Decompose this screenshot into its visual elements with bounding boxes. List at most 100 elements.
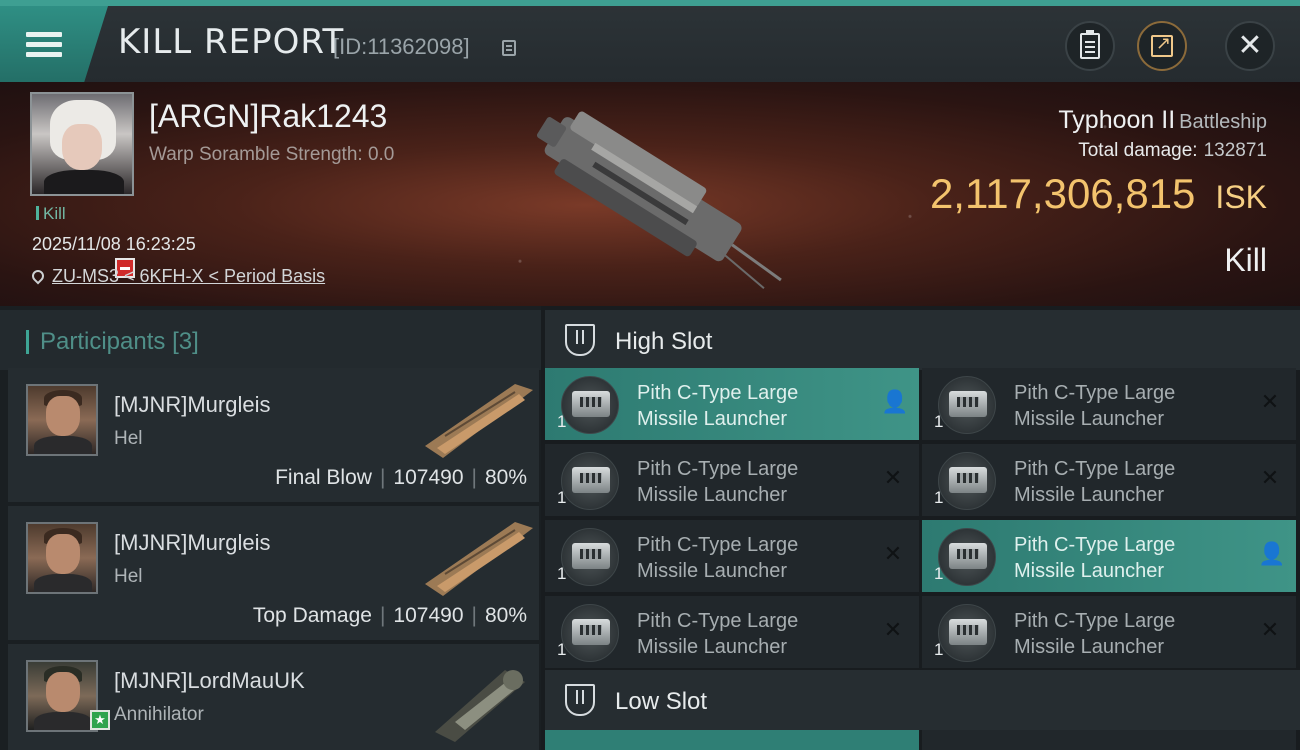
close-icon: ✕ — [1237, 29, 1263, 62]
x-icon: ✕ — [883, 541, 903, 566]
high-slot-header: High Slot — [545, 310, 1300, 370]
menu-button[interactable] — [0, 6, 108, 82]
person-icon: 👤 — [881, 389, 909, 414]
participant-card[interactable]: ★ [MJNR]LordMauUK Annihilator — [8, 644, 539, 750]
isk-unit: ISK — [1215, 179, 1267, 215]
participant-name: [MJNR]Murgleis — [114, 530, 271, 555]
module-quantity: 1 — [934, 488, 944, 507]
missile-launcher-icon — [561, 528, 619, 586]
module-quantity: 1 — [557, 488, 567, 507]
person-icon: 👤 — [1258, 541, 1286, 566]
participant-damage: 107490 — [393, 604, 464, 627]
module-item[interactable]: 1 Pith C-Type Large Missile Launcher ✕ — [922, 596, 1296, 668]
participant-ship: Hel — [114, 566, 143, 587]
victim-avatar[interactable] — [30, 92, 134, 196]
x-icon: ✕ — [883, 617, 903, 642]
participant-name: [MJNR]Murgleis — [114, 392, 271, 417]
missile-launcher-icon — [938, 376, 996, 434]
module-item[interactable]: 1 Pith C-Type Large Missile Launcher ✕ — [545, 520, 919, 592]
total-damage: Total damage: 132871 — [1078, 140, 1267, 161]
x-icon: ✕ — [1260, 465, 1280, 490]
participant-avatar — [26, 522, 98, 594]
module-quantity: 1 — [934, 412, 944, 431]
module-item[interactable]: 1 Pith C-Type Large Missile Launcher ✕ — [545, 596, 919, 668]
kill-result: Kill — [1224, 242, 1267, 278]
participant-damage: 107490 — [393, 466, 464, 489]
module-item[interactable]: 1 Pith C-Type Large Missile Launcher 👤 — [922, 520, 1296, 592]
share-button[interactable] — [1137, 21, 1187, 71]
module-name: Pith C-Type Large Missile Launcher — [1014, 610, 1176, 658]
participant-name: [MJNR]LordMauUK — [114, 668, 305, 693]
module-name: Pith C-Type Large Missile Launcher — [637, 610, 799, 658]
module-item[interactable]: 1 Pith C-Type Large Missile Launcher ✕ — [922, 368, 1296, 440]
module-quantity: 1 — [557, 640, 567, 659]
fitting-panel: High Slot 1 Pith C-Type Large Missile Lau… — [541, 306, 1300, 750]
page-title: KILL REPORT — [118, 22, 345, 62]
module-quantity: 1 — [557, 412, 567, 431]
participants-panel: Participants [3] [MJNR]Murgleis Hel Fina… — [0, 306, 541, 750]
module-name: Pith C-Type Large Missile Launcher — [1014, 382, 1176, 430]
module-item[interactable] — [922, 730, 1296, 750]
location-text: ZU-MS3 < 6KFH-X < Period Basis — [52, 266, 326, 286]
copy-icon[interactable] — [502, 40, 516, 56]
participant-role: Top Damage — [252, 604, 372, 627]
module-quantity: 1 — [934, 640, 944, 659]
victim-ship-class: Battleship — [1179, 111, 1267, 133]
top-bar: KILL REPORT [ID:11362098] ✕ — [0, 0, 1300, 82]
menu-icon — [26, 27, 62, 62]
participant-ship-image — [425, 522, 533, 596]
participant-stats: Top Damage | 107490 | 80% — [252, 604, 527, 627]
participant-card[interactable]: [MJNR]Murgleis Hel Final Blow | 107490 | 80% — [8, 368, 539, 502]
module-item[interactable]: 1 Pith C-Type Large Missile Launcher 👤 — [545, 368, 919, 440]
module-name: Pith C-Type Large Missile Launcher — [1014, 534, 1176, 582]
total-damage-value: 132871 — [1203, 140, 1267, 161]
participant-ship-image — [425, 384, 533, 458]
module-name: Pith C-Type Large Missile Launcher — [1014, 458, 1176, 506]
warp-scramble-strength: Warp Soramble Strength: 0.0 — [149, 144, 395, 165]
slot-icon — [565, 684, 595, 716]
participant-ship: Annihilator — [114, 704, 204, 725]
participant-ship: Hel — [114, 428, 143, 449]
victim-name[interactable]: [ARGN]Rak1243 — [149, 98, 387, 135]
participant-percent: 80% — [484, 466, 527, 489]
low-slot-header: Low Slot — [545, 670, 1300, 730]
missile-launcher-icon — [938, 604, 996, 662]
participant-stats: Final Blow | 107490 | 80% — [275, 466, 527, 489]
close-button[interactable]: ✕ — [1225, 21, 1275, 71]
participant-ship-image — [435, 670, 525, 742]
location-pin-icon — [29, 267, 47, 285]
kill-datetime: 2025/11/08 16:23:25 — [32, 234, 196, 254]
module-item[interactable] — [545, 730, 919, 750]
kill-location-link[interactable]: ZU-MS3 < 6KFH-X < Period Basis — [29, 266, 326, 287]
participants-label: Participants — [40, 328, 166, 355]
missile-launcher-icon — [561, 604, 619, 662]
low-slot-label: Low Slot — [615, 688, 708, 715]
victim-ship-image — [536, 111, 782, 290]
participant-percent: 80% — [484, 604, 527, 627]
module-item[interactable]: 1 Pith C-Type Large Missile Launcher ✕ — [922, 444, 1296, 516]
report-id: [ID:11362098] — [333, 34, 470, 59]
module-name: Pith C-Type Large Missile Launcher — [637, 382, 799, 430]
participant-avatar — [26, 660, 98, 732]
high-slot-label: High Slot — [615, 328, 713, 355]
missile-launcher-icon — [561, 376, 619, 434]
participant-avatar — [26, 384, 98, 456]
x-icon: ✕ — [883, 465, 903, 490]
participants-header: Participants [3] — [0, 310, 541, 370]
kill-header: [ARGN]Rak1243 Warp Soramble Strength: 0.… — [0, 82, 1300, 306]
kill-tag: Kill — [36, 204, 66, 224]
x-icon: ✕ — [1260, 617, 1280, 642]
star-badge-icon: ★ — [90, 710, 110, 730]
participant-card[interactable]: [MJNR]Murgleis Hel Top Damage | 107490 | 80% — [8, 506, 539, 640]
missile-launcher-icon — [938, 452, 996, 510]
clipboard-button[interactable] — [1065, 21, 1115, 71]
module-name: Pith C-Type Large Missile Launcher — [637, 458, 799, 506]
slot-icon — [565, 324, 595, 356]
participant-role: Final Blow — [275, 466, 372, 489]
module-item[interactable]: 1 Pith C-Type Large Missile Launcher ✕ — [545, 444, 919, 516]
isk-value: 2,117,306,815 ISK — [929, 170, 1267, 217]
missile-launcher-icon — [938, 528, 996, 586]
clipboard-icon — [1080, 30, 1100, 59]
module-quantity: 1 — [557, 564, 567, 583]
share-icon — [1151, 33, 1173, 57]
